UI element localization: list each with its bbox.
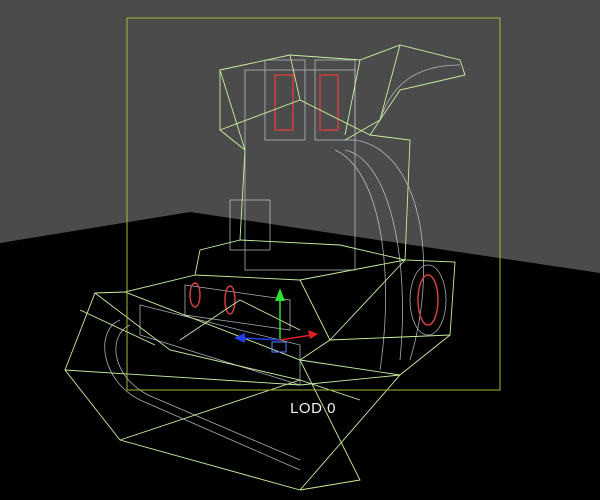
lod-level-label: LOD 0 xyxy=(290,400,336,417)
3d-viewport[interactable] xyxy=(0,0,600,500)
